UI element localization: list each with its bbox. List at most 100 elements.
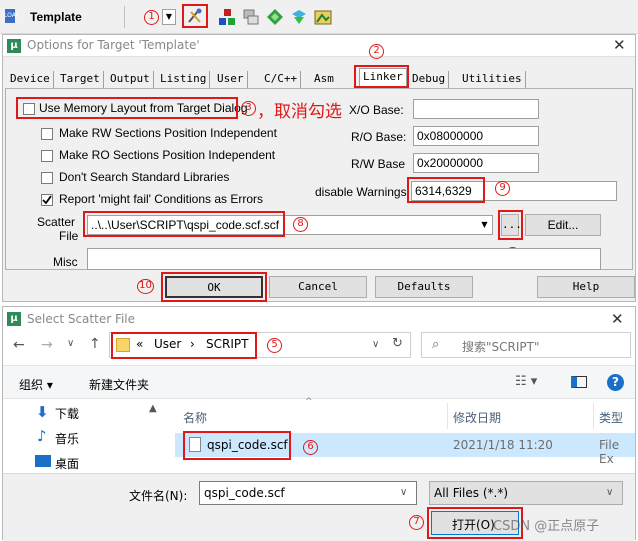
download-arrow-icon: ⬇ bbox=[36, 403, 49, 421]
file-type-select[interactable]: All Files (*.*) ∨ bbox=[429, 481, 623, 505]
select-software-packs-icon[interactable] bbox=[314, 8, 332, 26]
up-arrow-icon[interactable]: ↑ bbox=[89, 336, 101, 352]
options-for-target-icon[interactable] bbox=[186, 7, 204, 25]
organize-button[interactable]: 组织 ▾ bbox=[19, 376, 53, 393]
select-titlebar: μ Select Scatter File ✕ bbox=[3, 307, 635, 331]
file-date: 2021/1/18 11:20 bbox=[453, 438, 553, 452]
cancel-button[interactable]: Cancel bbox=[269, 276, 367, 298]
file-type-dropdown-icon[interactable]: ∨ bbox=[606, 487, 613, 498]
recent-chevron-icon[interactable]: ∨ bbox=[67, 338, 74, 349]
breadcrumb-highlight bbox=[111, 332, 257, 359]
refresh-icon[interactable]: ↻ bbox=[392, 336, 403, 351]
file-type-value: All Files (*.*) bbox=[434, 486, 509, 500]
sidebar-item-music[interactable]: 音乐 bbox=[55, 430, 79, 447]
file-type: File Ex bbox=[599, 438, 620, 466]
rw-base-label: R/W Base bbox=[351, 157, 406, 171]
dont-search-std-libs-label: Don't Search Standard Libraries bbox=[59, 170, 230, 184]
tab-device[interactable]: Device bbox=[7, 71, 54, 88]
tab-listing[interactable]: Listing bbox=[157, 71, 211, 88]
sidebar-item-downloads[interactable]: 下载 bbox=[55, 405, 79, 422]
checkmark-icon bbox=[42, 195, 52, 205]
sidebar-scroll-up-icon[interactable]: ▲ bbox=[149, 403, 157, 414]
column-date[interactable]: 修改日期 bbox=[453, 409, 501, 426]
help-icon[interactable]: ? bbox=[607, 374, 624, 391]
uncheck-note: ，取消勾选 bbox=[257, 102, 342, 122]
rw-base-input[interactable]: 0x20000000 bbox=[413, 153, 539, 173]
pack-installer-icon[interactable] bbox=[218, 8, 236, 26]
toolbar: LOAD Template 1 ▼ bbox=[0, 0, 638, 34]
watermark: CSDN @正点原子 bbox=[493, 519, 600, 534]
filename-label: 文件名(N): bbox=[129, 489, 188, 503]
disable-warnings-highlight bbox=[407, 177, 485, 203]
defaults-button[interactable]: Defaults bbox=[375, 276, 473, 298]
ro-position-independent-checkbox[interactable] bbox=[41, 150, 53, 162]
annotation-8: 8 bbox=[293, 217, 308, 232]
misc-input[interactable] bbox=[87, 248, 601, 270]
tab-asm[interactable]: Asm bbox=[311, 71, 337, 88]
dont-search-std-libs-checkbox[interactable] bbox=[41, 172, 53, 184]
ro-base-input[interactable]: 0x08000000 bbox=[413, 126, 539, 146]
tab-target[interactable]: Target bbox=[57, 71, 104, 88]
edit-button[interactable]: Edit... bbox=[525, 214, 601, 236]
column-name[interactable]: 名称 bbox=[183, 409, 207, 426]
ok-button-highlight bbox=[161, 272, 267, 302]
close-icon[interactable]: ✕ bbox=[611, 310, 624, 328]
sort-indicator-icon: ^ bbox=[305, 397, 313, 407]
preview-pane-icon[interactable] bbox=[571, 376, 587, 388]
select-file-dialog: μ Select Scatter File ✕ ← → ∨ ↑ « User ›… bbox=[2, 306, 636, 541]
search-placeholder: 搜索"SCRIPT" bbox=[462, 340, 540, 354]
tab-c-cpp[interactable]: C/C++ bbox=[261, 71, 302, 88]
column-type[interactable]: 类型 bbox=[599, 409, 623, 426]
view-options-icon[interactable]: ☷ ▾ bbox=[515, 374, 537, 389]
annotation-10: 10 bbox=[137, 279, 154, 294]
disable-warnings-label: disable Warnings: bbox=[315, 185, 410, 199]
filename-dropdown-icon[interactable]: ∨ bbox=[400, 487, 407, 498]
rw-position-independent-checkbox[interactable] bbox=[41, 128, 53, 140]
new-folder-button[interactable]: 新建文件夹 bbox=[89, 376, 149, 393]
sidebar-item-desktop[interactable]: 桌面 bbox=[55, 455, 79, 472]
address-dropdown-icon[interactable]: ∨ bbox=[372, 339, 379, 350]
scatter-file-label-1: Scatter bbox=[37, 215, 76, 229]
back-arrow-icon[interactable]: ← bbox=[13, 337, 25, 353]
report-might-fail-checkbox[interactable] bbox=[41, 194, 53, 206]
file-extensions-icon[interactable] bbox=[242, 8, 260, 26]
rw-position-independent-label: Make RW Sections Position Independent bbox=[59, 126, 277, 140]
annotation-5: 5 bbox=[267, 338, 282, 353]
tab-debug[interactable]: Debug bbox=[409, 71, 450, 88]
file-name-highlight bbox=[183, 431, 291, 460]
xo-base-input[interactable] bbox=[413, 99, 539, 119]
search-icon: ⌕ bbox=[432, 337, 440, 352]
browse-button-highlight bbox=[498, 210, 523, 240]
help-button[interactable]: Help bbox=[537, 276, 635, 298]
annotation-3: 3 bbox=[241, 101, 256, 116]
tab-strip: Device Target Output Listing User C/C++ … bbox=[3, 35, 637, 91]
music-note-icon: ♪ bbox=[37, 427, 47, 445]
ro-base-label: R/O Base: bbox=[351, 130, 407, 144]
tab-output[interactable]: Output bbox=[107, 71, 154, 88]
dropdown-arrow-icon[interactable]: ▼ bbox=[162, 9, 176, 25]
xo-base-label: X/O Base: bbox=[349, 103, 404, 117]
scatter-dropdown-icon[interactable]: ▼ bbox=[477, 216, 492, 234]
filename-input[interactable]: qspi_code.scf ∨ bbox=[199, 481, 417, 505]
toolbar-separator bbox=[124, 6, 125, 28]
annotation-1: 1 bbox=[144, 10, 159, 25]
annotation-9: 9 bbox=[495, 181, 510, 196]
scatter-file-label-2: File bbox=[59, 229, 79, 243]
report-might-fail-label: Report 'might fail' Conditions as Errors bbox=[59, 192, 263, 206]
annotation-6: 6 bbox=[303, 440, 318, 455]
search-box[interactable]: ⌕ 搜索"SCRIPT" bbox=[421, 332, 631, 358]
use-memory-layout-highlight bbox=[16, 97, 238, 119]
ro-position-independent-label: Make RO Sections Position Independent bbox=[59, 148, 276, 162]
project-name[interactable]: Template bbox=[30, 10, 82, 24]
annotation-2: 2 bbox=[369, 44, 384, 59]
tab-utilities[interactable]: Utilities bbox=[459, 71, 526, 88]
tab-user[interactable]: User bbox=[214, 71, 248, 88]
filename-value: qspi_code.scf bbox=[204, 486, 285, 500]
load-icon[interactable]: LOAD bbox=[2, 7, 21, 27]
keil-app-icon: μ bbox=[7, 312, 21, 326]
green-diamond-icon[interactable] bbox=[266, 8, 284, 26]
options-dialog: μ Options for Target 'Template' ✕ Device… bbox=[2, 34, 636, 302]
annotation-7: 7 bbox=[409, 515, 424, 530]
forward-arrow-icon[interactable]: → bbox=[41, 337, 53, 353]
manage-components-icon[interactable] bbox=[290, 8, 308, 26]
